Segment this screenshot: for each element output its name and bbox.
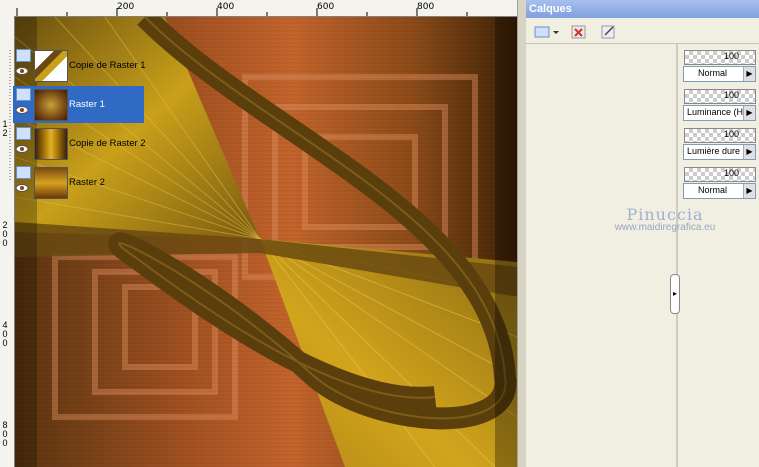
layer-thumbnail xyxy=(34,128,68,160)
eye-icon[interactable] xyxy=(15,106,29,114)
layer-thumbnail xyxy=(34,89,68,121)
panel-expand-handle[interactable]: ▸ xyxy=(670,274,680,314)
layers-list: Copie de Raster 1 Raster 1 Copie de Rast… xyxy=(7,44,146,201)
blend-mode-select[interactable]: Normal ▶ xyxy=(683,183,756,199)
layer-row-raster-1[interactable]: Raster 1 xyxy=(13,86,144,123)
new-layer-button[interactable] xyxy=(532,22,562,42)
layer-visibility-toggle[interactable] xyxy=(16,166,31,179)
layer-row-copie-raster-2[interactable]: Copie de Raster 2 xyxy=(13,125,146,162)
opacity-value: 100 xyxy=(723,51,739,61)
layer-name: Raster 1 xyxy=(69,99,105,110)
layers-toolbar xyxy=(526,19,759,44)
eye-icon[interactable] xyxy=(15,184,29,192)
blend-mode-value: Normal xyxy=(698,185,728,195)
layer-row-copie-raster-1[interactable]: Copie de Raster 1 xyxy=(13,47,146,84)
layer-props-0: 100 Normal ▶ xyxy=(680,50,759,86)
ruler-left-label-400: 4 0 0 xyxy=(2,320,8,348)
layer-thumbnail xyxy=(34,50,68,82)
watermark: Pinuccia www.maidiregrafica.eu xyxy=(600,205,730,233)
blend-mode-select[interactable]: Normal ▶ xyxy=(683,66,756,82)
dropdown-arrow-icon[interactable]: ▶ xyxy=(743,106,755,120)
dropdown-arrow-icon[interactable]: ▶ xyxy=(743,184,755,198)
opacity-value: 100 xyxy=(723,168,739,178)
layer-row-raster-2[interactable]: Raster 2 xyxy=(13,164,144,201)
layer-name: Raster 2 xyxy=(69,177,105,188)
layer-visibility-toggle[interactable] xyxy=(16,49,31,62)
layer-thumbnail xyxy=(34,167,68,199)
layer-props-1: 100 Luminance (H) ▶ xyxy=(680,89,759,125)
opacity-slider[interactable]: 100 xyxy=(684,89,756,104)
blend-mode-select[interactable]: Lumière dure ▶ xyxy=(683,144,756,160)
new-layer-icon xyxy=(534,26,559,38)
dropdown-arrow-icon[interactable]: ▶ xyxy=(743,145,755,159)
layer-props-3: 100 Normal ▶ xyxy=(680,167,759,203)
delete-layer-button[interactable] xyxy=(568,22,590,42)
ruler-top: 200 400 600 800 xyxy=(0,0,520,17)
opacity-slider[interactable]: 100 xyxy=(684,50,756,65)
blend-mode-value: Lumière dure xyxy=(687,146,741,156)
opacity-slider[interactable]: 100 xyxy=(684,128,756,143)
blend-mode-value: Luminance (H) xyxy=(687,107,747,117)
vertical-scrollbar[interactable] xyxy=(517,0,526,467)
edit-properties-icon xyxy=(601,25,615,39)
layer-name: Copie de Raster 2 xyxy=(69,138,146,149)
eye-icon[interactable] xyxy=(15,67,29,75)
blend-mode-select[interactable]: Luminance (H) ▶ xyxy=(683,105,756,121)
opacity-value: 100 xyxy=(723,129,739,139)
delete-layer-icon xyxy=(571,25,586,39)
watermark-url: www.maidiregrafica.eu xyxy=(614,222,716,233)
chevron-right-icon: ▸ xyxy=(672,289,677,298)
layer-name: Copie de Raster 1 xyxy=(69,60,146,71)
ruler-left-label-200: 2 0 0 xyxy=(2,220,8,248)
dropdown-arrow-icon[interactable]: ▶ xyxy=(743,67,755,81)
eye-icon[interactable] xyxy=(15,145,29,153)
layer-properties-button[interactable] xyxy=(598,22,620,42)
blend-mode-value: Normal xyxy=(698,68,728,78)
layer-visibility-toggle[interactable] xyxy=(16,88,31,101)
layer-properties-column: 100 Normal ▶ 100 Luminance (H) ▶ 100 Lumiè… xyxy=(680,44,759,224)
layer-props-2: 100 Lumière dure ▶ xyxy=(680,128,759,164)
ruler-left-label-600: 8 0 0 xyxy=(2,420,8,448)
panel-divider[interactable] xyxy=(676,44,678,467)
opacity-slider[interactable]: 100 xyxy=(684,167,756,182)
layers-panel-title: Calques xyxy=(526,0,759,18)
layer-visibility-toggle[interactable] xyxy=(16,127,31,140)
ruler-top-ticks xyxy=(16,8,468,16)
opacity-value: 100 xyxy=(723,90,739,100)
